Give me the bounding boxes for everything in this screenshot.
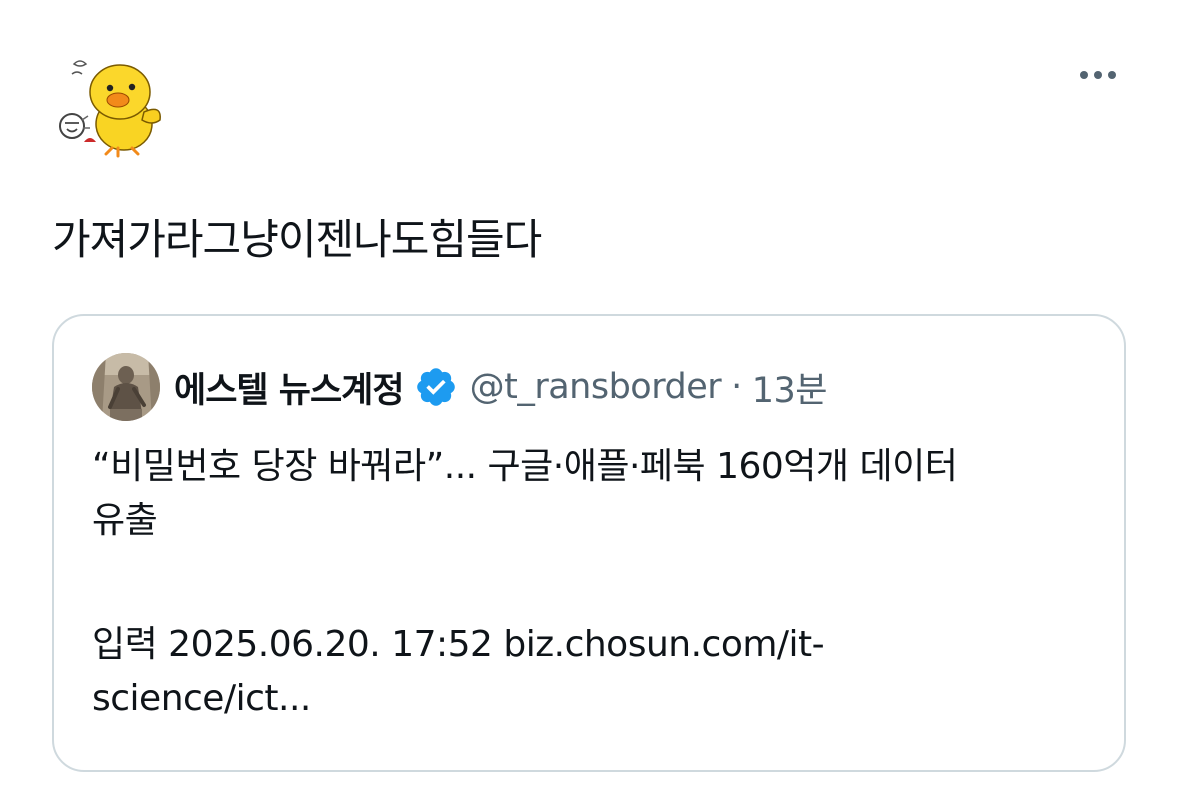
- quoted-author-name[interactable]: 에스텔 뉴스계정: [174, 362, 405, 413]
- quoted-tweet-text: “비밀번호 당장 바꿔라”... 구글·애플·페북 160억개 데이터 유출 입…: [92, 440, 1102, 726]
- more-options-icon-dot: [1094, 71, 1102, 79]
- yellow-chick-sticker-icon: [59, 60, 161, 158]
- tweet-text: 가져가라그냥이젠나도힘들다: [52, 215, 542, 264]
- verified-badge-icon: [416, 368, 455, 406]
- header-separator: ·: [731, 367, 742, 407]
- more-options-icon: [1080, 71, 1088, 79]
- quoted-tweet-timestamp[interactable]: 13분: [752, 362, 828, 413]
- more-options-button[interactable]: [1066, 55, 1130, 95]
- quoted-text-blank-line: [92, 548, 1102, 618]
- statue-photo-icon: [92, 353, 160, 421]
- quoted-text-line: 입력 2025.06.20. 17:52 biz.chosun.com/it-: [92, 624, 825, 665]
- quoted-text-line: 유출: [92, 500, 158, 541]
- quoted-tweet-card[interactable]: 에스텔 뉴스계정 @t_ransborder · 13분 “비밀번호 당장 바꿔…: [52, 314, 1126, 772]
- author-avatar[interactable]: [52, 50, 168, 166]
- quoted-text-line: “비밀번호 당장 바꿔라”... 구글·애플·페북 160억개 데이터: [92, 446, 958, 487]
- quoted-tweet-header: 에스텔 뉴스계정 @t_ransborder · 13분: [92, 352, 828, 422]
- quoted-author-avatar[interactable]: [92, 353, 160, 421]
- quoted-text-line: science/ict...: [92, 678, 311, 719]
- more-options-icon-dot: [1108, 71, 1116, 79]
- quoted-author-handle[interactable]: @t_ransborder: [470, 367, 722, 407]
